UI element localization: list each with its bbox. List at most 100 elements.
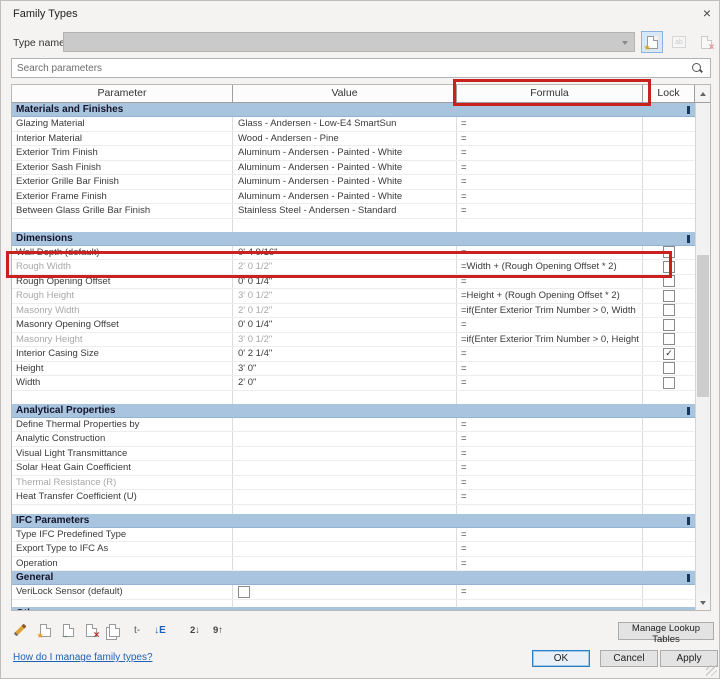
parameter-formula[interactable]: = [457,190,643,204]
parameter-text-icon[interactable]: t- [130,622,144,638]
parameter-formula[interactable]: = [457,362,643,376]
table-row[interactable]: Exterior Frame FinishAluminum - Andersen… [12,190,695,205]
parameter-value[interactable]: 2' 0 1/2" [233,304,457,318]
parameter-value[interactable]: 0' 2 1/4" [233,347,457,361]
lock-checkbox[interactable] [663,319,675,331]
table-row[interactable]: Define Thermal Properties by= [12,418,695,433]
table-row[interactable]: Thermal Resistance (R)= [12,476,695,491]
table-row[interactable]: Type IFC Predefined Type= [12,528,695,543]
resize-grip[interactable] [706,665,717,676]
parameter-value[interactable]: Aluminum - Andersen - Painted - White [233,175,457,189]
cancel-button[interactable]: Cancel [600,650,658,667]
parameter-formula[interactable]: = [457,117,643,131]
lock-checkbox[interactable] [663,304,675,316]
table-row[interactable]: Export Type to IFC As= [12,542,695,557]
parameter-value[interactable] [233,557,457,571]
parameter-value[interactable] [233,542,457,556]
duplicate-parameter-icon[interactable] [107,622,121,638]
table-row[interactable]: VeriLock Sensor (default)= [12,585,695,600]
parameter-value[interactable]: Aluminum - Andersen - Painted - White [233,161,457,175]
scrollbar-thumb[interactable] [697,255,709,397]
parameter-formula[interactable]: = [457,490,643,504]
lock-checkbox[interactable] [663,377,675,389]
parameter-formula[interactable]: = [457,542,643,556]
scroll-up-button[interactable] [695,85,710,102]
parameter-formula[interactable]: = [457,275,643,289]
parameter-formula[interactable]: = [457,528,643,542]
parameter-formula[interactable]: =if(Enter Exterior Trim Number > 0, Heig… [457,333,643,347]
section-header[interactable]: Dimensions [12,232,695,246]
section-pin-icon[interactable] [687,407,690,415]
parameter-value[interactable] [233,447,457,461]
table-row[interactable]: Visual Light Transmittance= [12,447,695,462]
lock-checkbox[interactable] [663,362,675,374]
parameter-formula[interactable]: = [457,132,643,146]
parameter-formula[interactable]: =Height + (Rough Opening Offset * 2) [457,289,643,303]
table-row[interactable]: Exterior Grille Bar FinishAluminum - And… [12,175,695,190]
lock-checkbox[interactable] [663,261,675,273]
table-row[interactable]: Operation= [12,557,695,572]
section-header[interactable]: IFC Parameters [12,514,695,528]
scroll-down-button[interactable] [696,595,710,610]
lock-checkbox[interactable] [663,275,675,287]
section-pin-icon[interactable] [687,106,690,114]
parameter-value[interactable]: Glass - Andersen - Low-E4 SmartSun [233,117,457,131]
parameter-formula[interactable]: = [457,161,643,175]
section-header[interactable]: General [12,571,695,585]
lock-checkbox[interactable]: ✓ [663,348,675,360]
parameter-formula[interactable]: = [457,432,643,446]
parameter-value[interactable]: 0' 0 1/4" [233,275,457,289]
new-type-button[interactable] [641,31,663,53]
column-header-formula[interactable]: Formula [457,85,643,102]
close-icon[interactable]: × [703,5,711,21]
table-row[interactable]: Glazing MaterialGlass - Andersen - Low-E… [12,117,695,132]
import-shared-parameter-icon[interactable] [61,622,75,638]
table-row[interactable]: Between Glass Grille Bar FinishStainless… [12,204,695,219]
table-row[interactable]: Width2' 0"= [12,376,695,391]
search-parameters-input[interactable]: Search parameters [11,58,711,78]
parameter-value[interactable]: 3' 0 1/2" [233,333,457,347]
sort-descending-icon[interactable]: 9↑ [211,622,225,638]
column-header-lock[interactable]: Lock [643,85,695,102]
table-row[interactable]: Analytic Construction= [12,432,695,447]
parameter-formula[interactable]: = [457,476,643,490]
parameter-value[interactable]: Aluminum - Andersen - Painted - White [233,190,457,204]
parameter-value[interactable] [233,461,457,475]
delete-type-button[interactable] [695,31,717,53]
parameter-formula[interactable]: = [457,447,643,461]
table-row[interactable]: Heat Transfer Coefficient (U)= [12,490,695,505]
parameter-value[interactable] [233,476,457,490]
parameter-value[interactable] [233,432,457,446]
table-row[interactable]: Masonry Opening Offset0' 0 1/4"= [12,318,695,333]
parameter-value[interactable] [233,585,457,599]
parameter-formula[interactable]: = [457,318,643,332]
search-icon[interactable] [692,63,701,72]
parameter-formula[interactable]: = [457,146,643,160]
table-row[interactable]: Rough Height3' 0 1/2"=Height + (Rough Op… [12,289,695,304]
parameter-formula[interactable]: = [457,418,643,432]
ok-button[interactable]: OK [532,650,590,667]
parameter-formula[interactable]: = [457,175,643,189]
table-row[interactable]: Height3' 0"= [12,362,695,377]
parameter-formula[interactable]: = [457,376,643,390]
section-pin-icon[interactable] [687,610,690,611]
section-pin-icon[interactable] [687,574,690,582]
parameter-formula[interactable]: =if(Enter Exterior Trim Number > 0, Widt… [457,304,643,318]
column-header-parameter[interactable]: Parameter [12,85,233,102]
section-header[interactable]: Other [12,607,695,611]
vertical-scrollbar[interactable] [695,103,710,610]
delete-parameter-icon[interactable] [84,622,98,638]
parameter-value[interactable]: 3' 0" [233,362,457,376]
parameter-value[interactable]: Aluminum - Andersen - Painted - White [233,146,457,160]
lock-checkbox[interactable] [663,246,675,258]
parameter-formula[interactable]: = [457,461,643,475]
table-row[interactable]: Rough Opening Offset0' 0 1/4"= [12,275,695,290]
parameter-formula[interactable]: = [457,246,643,260]
manage-lookup-tables-button[interactable]: Manage Lookup Tables [618,622,714,640]
parameter-formula[interactable]: = [457,585,643,599]
table-row[interactable]: Wall Depth (default)0' 4 9/16"= [12,246,695,261]
table-row[interactable]: Exterior Trim FinishAluminum - Andersen … [12,146,695,161]
table-row[interactable]: Interior Casing Size0' 2 1/4"=✓ [12,347,695,362]
parameter-value[interactable]: 0' 0 1/4" [233,318,457,332]
table-row[interactable]: Rough Width2' 0 1/2"=Width + (Rough Open… [12,260,695,275]
